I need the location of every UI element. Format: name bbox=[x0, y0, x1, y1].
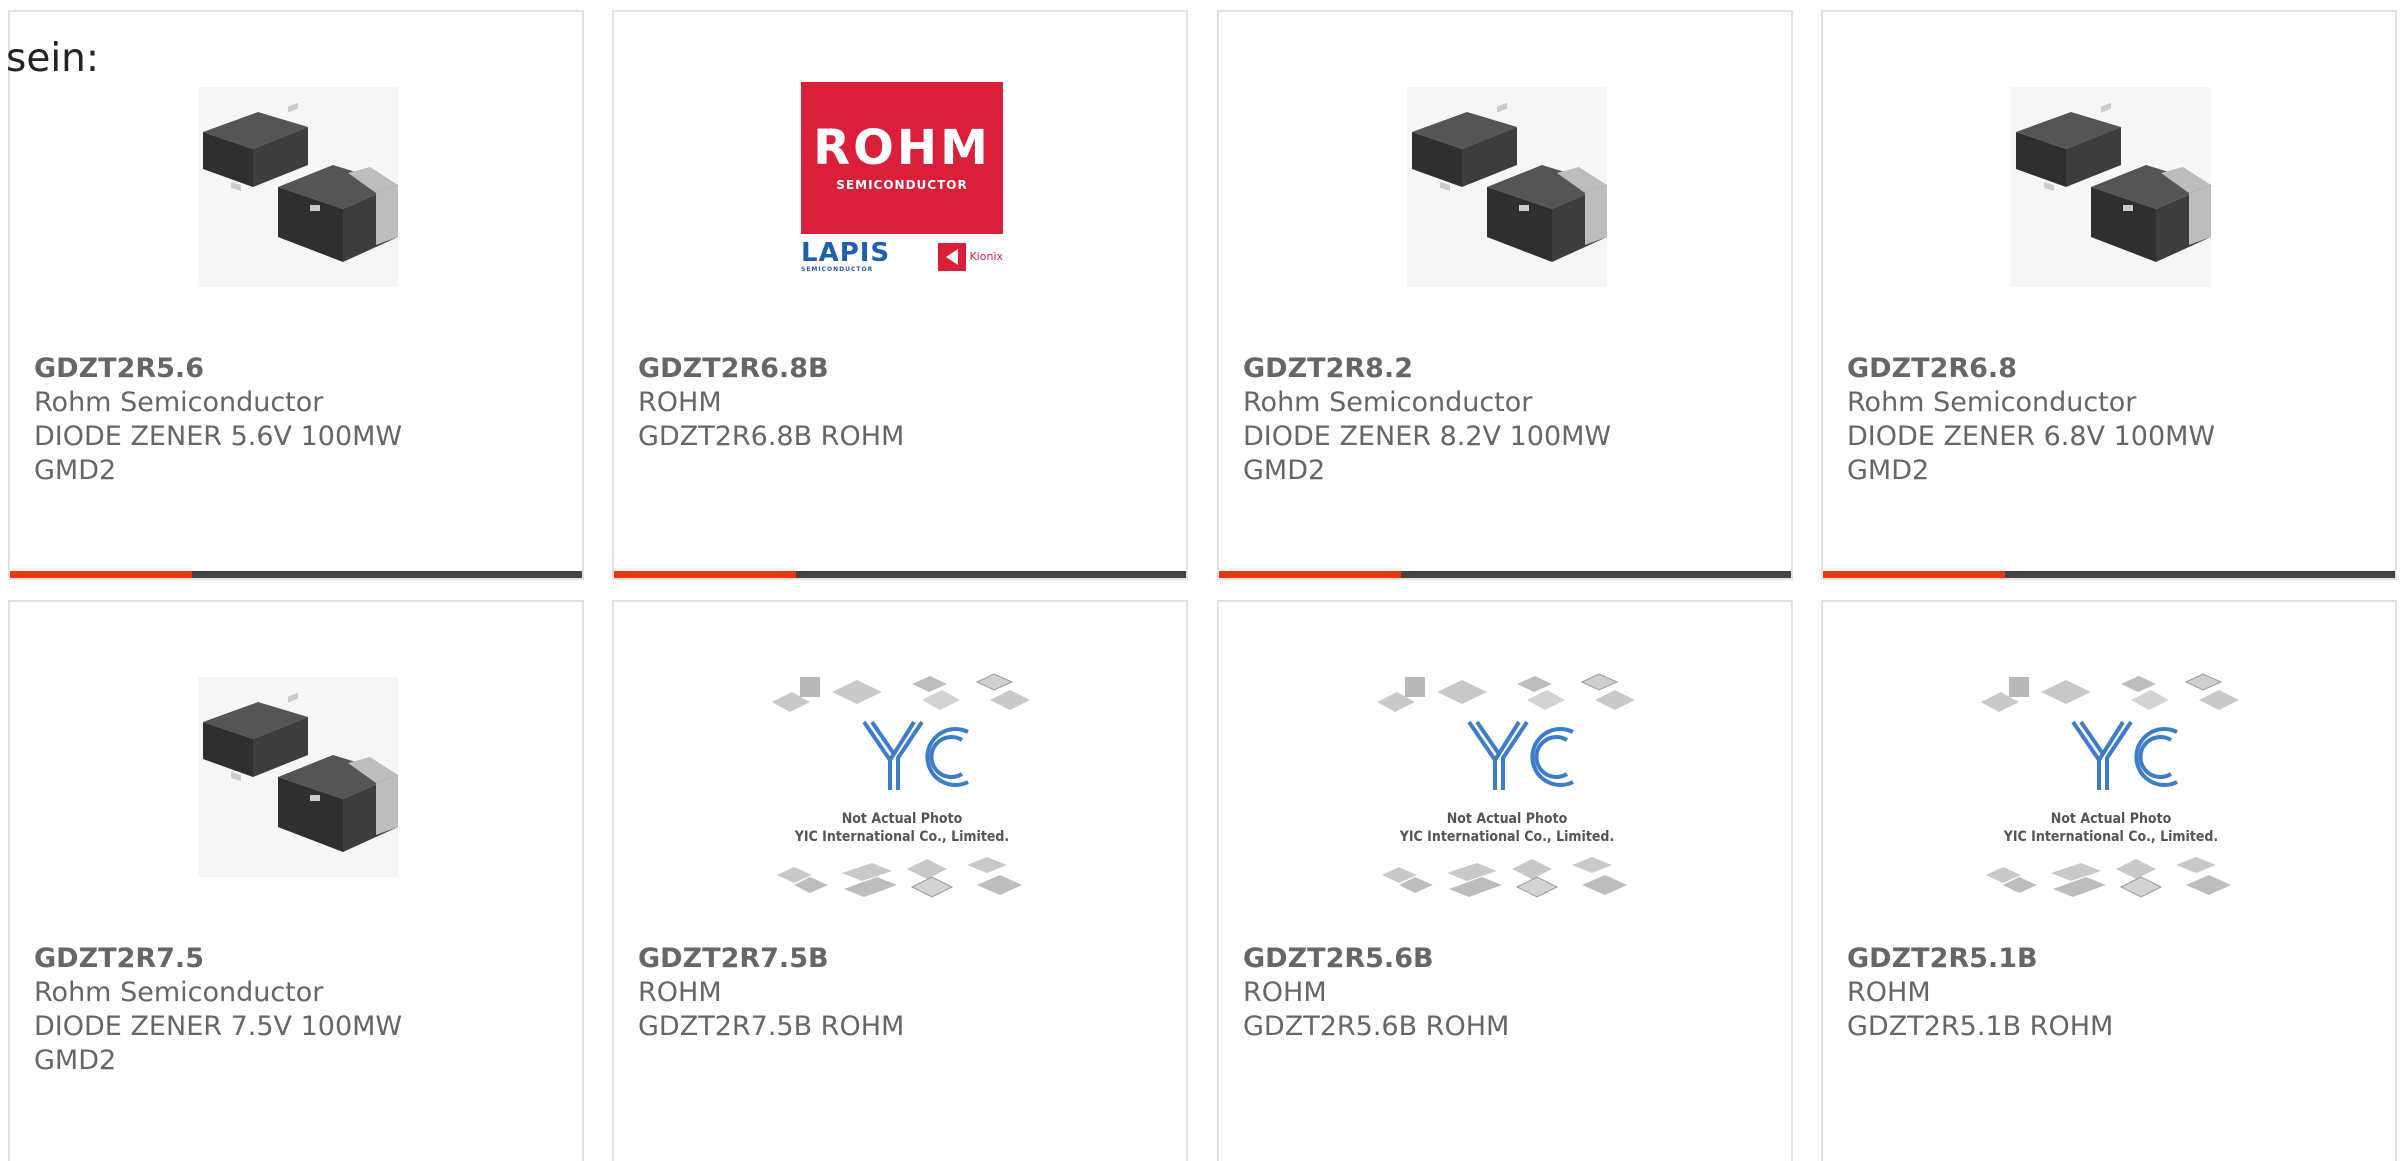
yic-caption-line-1: Not Actual Photo bbox=[2050, 811, 2172, 827]
card-accent-bar bbox=[1823, 571, 2395, 578]
description: GDZT2R6.8B ROHM bbox=[638, 421, 905, 452]
yic-placeholder-image: Not Actual Photo YIC International Co., … bbox=[1981, 660, 2241, 910]
product-card[interactable]: GDZT2R8.2 Rohm Semiconductor DIODE ZENER… bbox=[1217, 10, 1793, 580]
yic-caption-line-2: YIC International Co., Limited. bbox=[794, 829, 1010, 845]
product-image[interactable]: Not Actual Photo YIC International Co., … bbox=[1377, 660, 1637, 910]
product-card[interactable]: GDZT2R7.5 Rohm Semiconductor DIODE ZENER… bbox=[8, 600, 584, 1161]
description: GDZT2R7.5B ROHM bbox=[638, 1011, 905, 1042]
chip-illustration-icon bbox=[1981, 673, 2240, 898]
yic-placeholder-image: Not Actual Photo YIC International Co., … bbox=[1377, 660, 1637, 910]
product-info: GDZT2R7.5B ROHM GDZT2R7.5B ROHM bbox=[638, 942, 1166, 1044]
manufacturer: Rohm Semiconductor bbox=[34, 977, 324, 1008]
product-info: GDZT2R6.8 Rohm Semiconductor DIODE ZENER… bbox=[1847, 352, 2375, 488]
product-image[interactable]: ROHM SEMICONDUCTOR LAPIS SEMICONDUCTOR K… bbox=[801, 82, 1003, 292]
description: DIODE ZENER 7.5V 100MW bbox=[34, 1011, 403, 1042]
product-listing-page: sein: GDZT2R5.6 Rohm Semiconductor DIODE… bbox=[0, 0, 2400, 1161]
description: DIODE ZENER 8.2V 100MW bbox=[1243, 421, 1612, 452]
product-info: GDZT2R7.5 Rohm Semiconductor DIODE ZENER… bbox=[34, 942, 562, 1078]
description: GDZT2R5.1B ROHM bbox=[1847, 1011, 2114, 1042]
card-accent-bar bbox=[10, 571, 582, 578]
diode-package-image bbox=[198, 87, 398, 287]
product-info: GDZT2R8.2 Rohm Semiconductor DIODE ZENER… bbox=[1243, 352, 1771, 488]
product-info: GDZT2R5.6 Rohm Semiconductor DIODE ZENER… bbox=[34, 352, 562, 488]
manufacturer: ROHM bbox=[1847, 977, 1931, 1008]
rohm-wordmark: ROHM bbox=[813, 120, 991, 176]
description: GDZT2R5.6B ROHM bbox=[1243, 1011, 1510, 1042]
yic-caption-line-2: YIC International Co., Limited. bbox=[1399, 829, 1615, 845]
product-info: GDZT2R5.6B ROHM GDZT2R5.6B ROHM bbox=[1243, 942, 1771, 1044]
manufacturer: ROHM bbox=[1243, 977, 1327, 1008]
manufacturer: ROHM bbox=[638, 977, 722, 1008]
yic-placeholder-image: Not Actual Photo YIC International Co., … bbox=[772, 660, 1032, 910]
manufacturer: ROHM bbox=[638, 387, 722, 418]
diode-package-image bbox=[1407, 87, 1607, 287]
kionix-wordmark: Kionix bbox=[969, 250, 1003, 263]
yic-caption-line-1: Not Actual Photo bbox=[1446, 811, 1568, 827]
product-card[interactable]: Not Actual Photo YIC International Co., … bbox=[1821, 600, 2397, 1161]
diode-package-image bbox=[2011, 87, 2211, 287]
product-info: GDZT2R5.1B ROHM GDZT2R5.1B ROHM bbox=[1847, 942, 2375, 1044]
product-image[interactable] bbox=[198, 672, 398, 882]
kionix-logo: Kionix bbox=[938, 242, 1003, 271]
product-card[interactable]: ROHM SEMICONDUCTOR LAPIS SEMICONDUCTOR K… bbox=[612, 10, 1188, 580]
chip-illustration-icon bbox=[772, 673, 1031, 898]
description: DIODE ZENER 5.6V 100MW bbox=[34, 421, 403, 452]
product-grid: GDZT2R5.6 Rohm Semiconductor DIODE ZENER… bbox=[8, 10, 2400, 1161]
card-accent-bar bbox=[614, 571, 1186, 578]
part-number-link[interactable]: GDZT2R6.8B bbox=[638, 352, 1166, 386]
product-image[interactable] bbox=[1407, 82, 1607, 292]
description: DIODE ZENER 6.8V 100MW bbox=[1847, 421, 2216, 452]
intro-text: sein: bbox=[6, 36, 100, 81]
part-number-link[interactable]: GDZT2R5.6B bbox=[1243, 942, 1771, 976]
package: GMD2 bbox=[1243, 455, 1326, 486]
product-card[interactable]: Not Actual Photo YIC International Co., … bbox=[612, 600, 1188, 1161]
part-number-link[interactable]: GDZT2R7.5B bbox=[638, 942, 1166, 976]
part-number-link[interactable]: GDZT2R7.5 bbox=[34, 942, 562, 976]
product-image[interactable]: Not Actual Photo YIC International Co., … bbox=[772, 660, 1032, 910]
product-image[interactable] bbox=[2011, 82, 2211, 292]
card-accent-bar bbox=[1219, 571, 1791, 578]
product-image[interactable] bbox=[198, 82, 398, 292]
rohm-logo-image: ROHM SEMICONDUCTOR LAPIS SEMICONDUCTOR K… bbox=[801, 82, 1003, 292]
package: GMD2 bbox=[34, 455, 117, 486]
lapis-wordmark: LAPIS bbox=[801, 238, 891, 268]
part-number-link[interactable]: GDZT2R8.2 bbox=[1243, 352, 1771, 386]
yic-caption-line-2: YIC International Co., Limited. bbox=[2003, 829, 2219, 845]
manufacturer: Rohm Semiconductor bbox=[34, 387, 324, 418]
part-number-link[interactable]: GDZT2R6.8 bbox=[1847, 352, 2375, 386]
package: GMD2 bbox=[34, 1045, 117, 1076]
product-card[interactable]: GDZT2R5.6 Rohm Semiconductor DIODE ZENER… bbox=[8, 10, 584, 580]
part-number-link[interactable]: GDZT2R5.6 bbox=[34, 352, 562, 386]
manufacturer: Rohm Semiconductor bbox=[1243, 387, 1533, 418]
rohm-subtitle: SEMICONDUCTOR bbox=[836, 178, 968, 192]
product-card[interactable]: GDZT2R6.8 Rohm Semiconductor DIODE ZENER… bbox=[1821, 10, 2397, 580]
product-card[interactable]: Not Actual Photo YIC International Co., … bbox=[1217, 600, 1793, 1161]
package: GMD2 bbox=[1847, 455, 1930, 486]
chip-illustration-icon bbox=[1377, 673, 1636, 898]
product-info: GDZT2R6.8B ROHM GDZT2R6.8B ROHM bbox=[638, 352, 1166, 454]
kionix-icon bbox=[938, 242, 967, 271]
diode-package-image bbox=[198, 677, 398, 877]
product-image[interactable]: Not Actual Photo YIC International Co., … bbox=[1981, 660, 2241, 910]
yic-caption-line-1: Not Actual Photo bbox=[841, 811, 963, 827]
manufacturer: Rohm Semiconductor bbox=[1847, 387, 2137, 418]
part-number-link[interactable]: GDZT2R5.1B bbox=[1847, 942, 2375, 976]
